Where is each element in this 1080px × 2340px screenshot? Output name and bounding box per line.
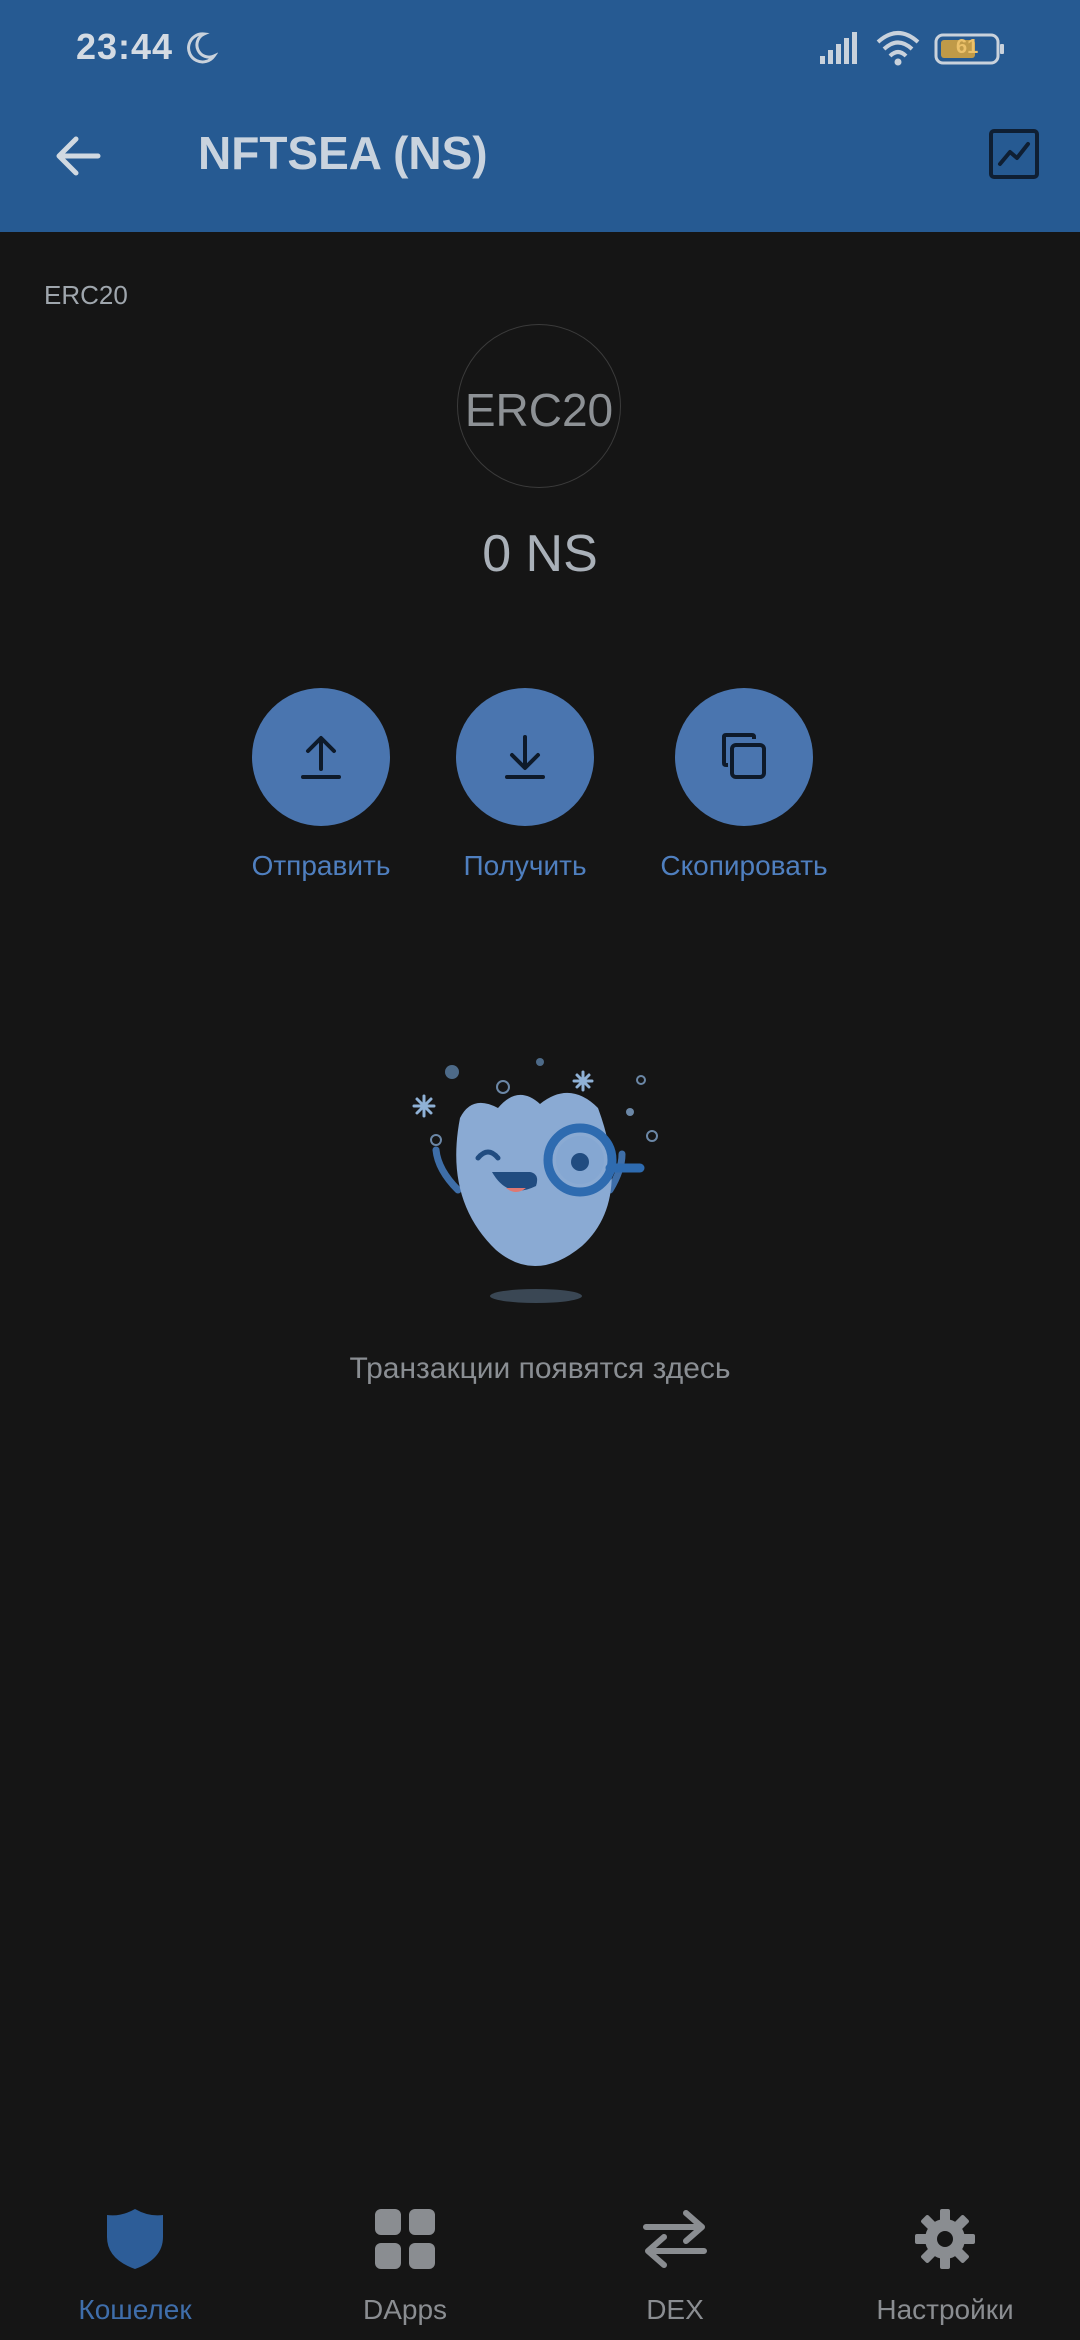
empty-state-message: Транзакции появятся здесь (349, 1352, 731, 1385)
app-header: 23:44 61 NFTSEA (NS) (0, 0, 1080, 232)
grid-icon (375, 2209, 435, 2269)
token-logo: ERC20 (457, 324, 621, 488)
nav-dex[interactable]: DEX (540, 2204, 810, 2326)
page-title: NFTSEA (NS) (198, 127, 488, 179)
swap-icon (643, 2210, 707, 2268)
moon-icon (187, 32, 218, 64)
status-time: 23:44 (76, 26, 174, 67)
send-label: Отправить (251, 850, 391, 881)
send-button[interactable]: Отправить (221, 688, 421, 882)
gear-icon (915, 2209, 975, 2269)
wifi-icon (876, 31, 920, 66)
network-tag: ERC20 (44, 280, 128, 310)
nav-dex-label: DEX (646, 2294, 704, 2325)
nav-wallet-label: Кошелек (78, 2294, 192, 2325)
nav-dapps[interactable]: DApps (270, 2204, 540, 2326)
mascot-magnifier-illustration (412, 1058, 658, 1303)
copy-button-circle[interactable] (675, 688, 813, 826)
nav-wallet[interactable]: Кошелек (0, 2204, 270, 2326)
send-button-circle[interactable] (252, 688, 390, 826)
token-logo-text: ERC20 (464, 384, 614, 436)
receive-button[interactable]: Получить (425, 688, 625, 882)
receive-button-circle[interactable] (456, 688, 594, 826)
arrow-left-icon[interactable] (50, 128, 106, 184)
battery-level: 61 (956, 36, 979, 58)
nav-settings-label: Настройки (876, 2294, 1014, 2325)
upload-icon (301, 736, 341, 779)
nav-dapps-label: DApps (362, 2294, 448, 2325)
receive-label: Получить (463, 850, 587, 881)
copy-icon (722, 733, 766, 779)
chart-icon[interactable] (988, 128, 1040, 180)
signal-icon (820, 32, 857, 64)
nav-settings[interactable]: Настройки (810, 2204, 1080, 2326)
copy-button[interactable]: Скопировать (634, 688, 854, 882)
download-icon (505, 735, 545, 779)
token-balance: 0 NS (482, 525, 598, 583)
copy-label: Скопировать (660, 850, 828, 881)
shield-icon (107, 2209, 163, 2269)
